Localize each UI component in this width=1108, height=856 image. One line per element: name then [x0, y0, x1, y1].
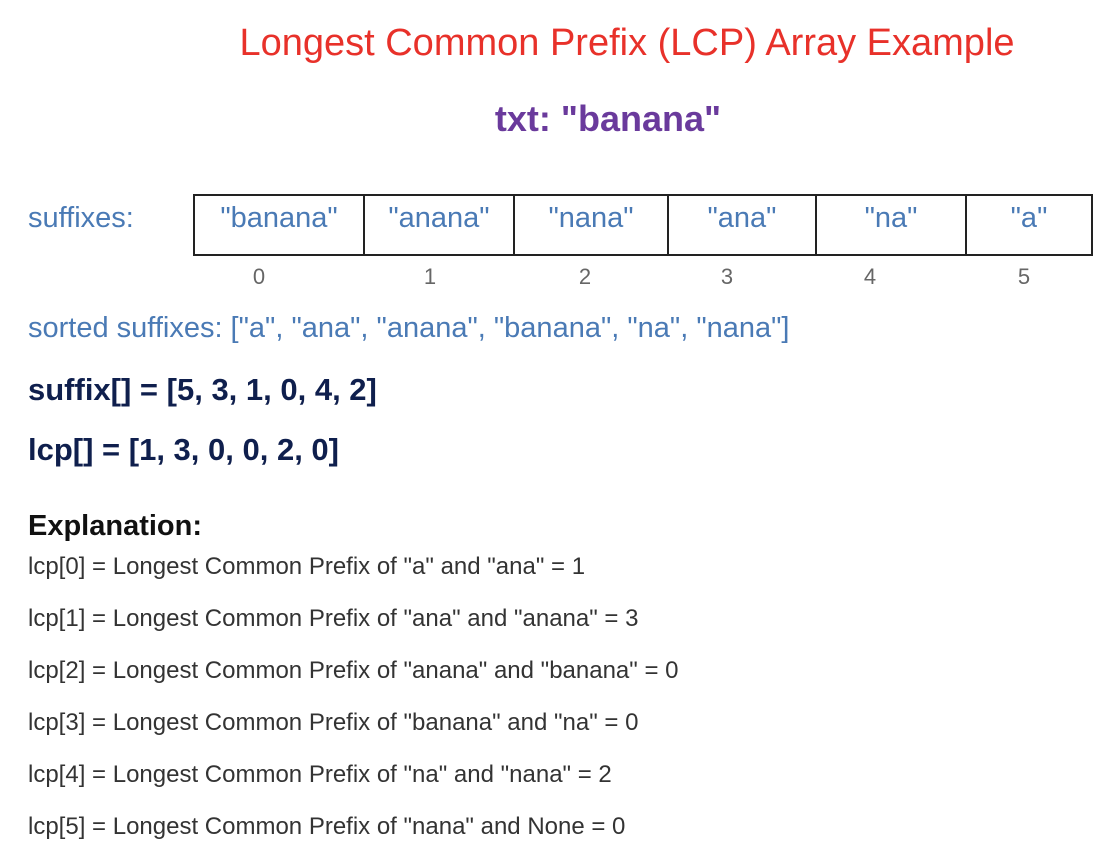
explanation-line-4: lcp[4] = Longest Common Prefix of "na" a…: [28, 761, 612, 788]
explanation-line-2: lcp[2] = Longest Common Prefix of "anana…: [28, 657, 679, 684]
suffix-index-5: 5: [1017, 264, 1031, 289]
explanation-line-5: lcp[5] = Longest Common Prefix of "nana"…: [28, 813, 626, 840]
diagram-title: Longest Common Prefix (LCP) Array Exampl…: [239, 22, 1015, 64]
suffixes-label: suffixes:: [28, 202, 134, 234]
suffix-cell-2: "nana": [515, 196, 669, 254]
suffix-cell-5: "a": [1010, 202, 1048, 234]
explanation-heading: Explanation:: [28, 510, 203, 542]
explanation-line-1: lcp[1] = Longest Common Prefix of "ana" …: [28, 605, 639, 632]
explanation-line-3: lcp[3] = Longest Common Prefix of "banan…: [28, 709, 639, 736]
suffix-index-4: 4: [863, 264, 877, 289]
suffix-cell-4: "na": [817, 196, 967, 254]
suffix-table: "banana" "anana" "nana" "ana" "na" "a": [193, 194, 1093, 256]
suffix-cell-3: "ana": [669, 196, 817, 254]
suffix-index-3: 3: [720, 264, 734, 289]
suffix-cell-0: "banana": [195, 196, 365, 254]
sorted-suffixes: sorted suffixes: ["a", "ana", "anana", "…: [28, 312, 790, 344]
suffix-index-0: 0: [252, 264, 266, 289]
suffix-index-1: 1: [423, 264, 437, 289]
input-text: txt: "banana": [494, 98, 722, 139]
suffix-cell-1: "anana": [365, 196, 515, 254]
explanation-line-0: lcp[0] = Longest Common Prefix of "a" an…: [28, 553, 586, 580]
suffix-index-2: 2: [578, 264, 592, 289]
suffix-array: suffix[] = [5, 3, 1, 0, 4, 2]: [28, 372, 377, 407]
lcp-array: lcp[] = [1, 3, 0, 0, 2, 0]: [28, 432, 339, 467]
